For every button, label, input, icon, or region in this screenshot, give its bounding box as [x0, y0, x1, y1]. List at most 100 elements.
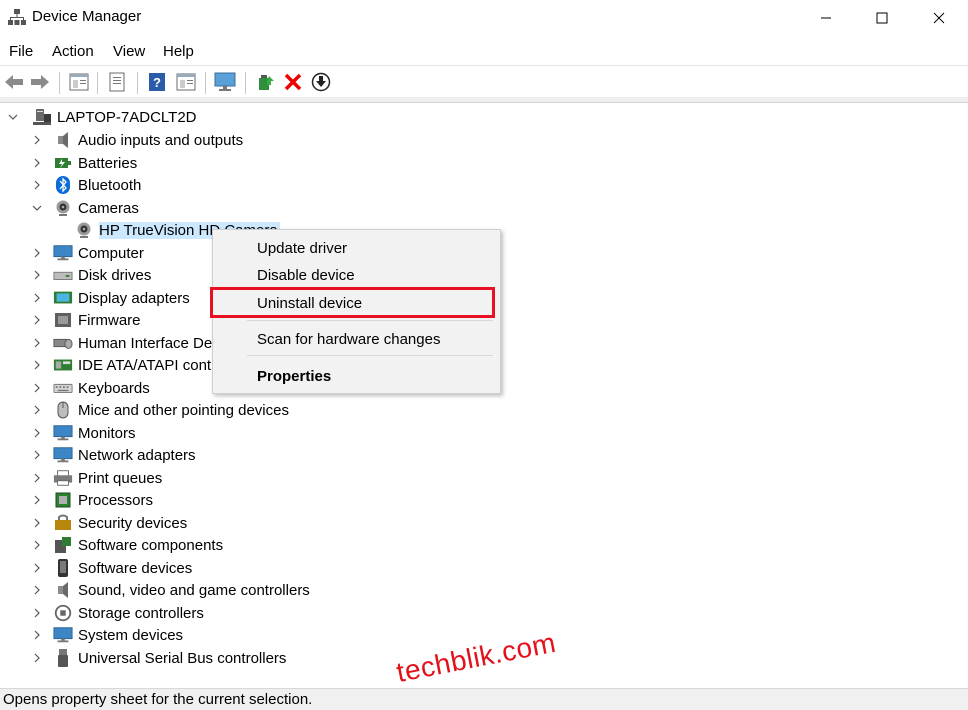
- device-manager-icon: [8, 8, 26, 26]
- menu-bar: File Action View Help: [0, 40, 968, 64]
- tree-category[interactable]: Storage controllers: [32, 602, 204, 624]
- tree-category-label: Display adapters: [78, 289, 190, 307]
- chevron-right-icon[interactable]: [32, 158, 42, 168]
- menu-update-driver[interactable]: Update driver: [257, 240, 347, 257]
- system-icon: [53, 625, 73, 645]
- tree-category[interactable]: Print queues: [32, 467, 162, 489]
- camera-icon: [53, 198, 73, 218]
- printer-icon: [53, 468, 73, 488]
- minimize-button[interactable]: [797, 0, 855, 36]
- chevron-right-icon[interactable]: [32, 383, 42, 393]
- chevron-right-icon[interactable]: [32, 450, 42, 460]
- tree-category[interactable]: Batteries: [32, 152, 137, 174]
- tree-category[interactable]: Audio inputs and outputs: [32, 129, 243, 151]
- usb-icon: [53, 648, 73, 668]
- chevron-down-icon[interactable]: [32, 203, 42, 213]
- tree-category[interactable]: Disk drives: [32, 264, 151, 286]
- close-button[interactable]: [910, 0, 968, 36]
- display-adapter-icon: [53, 288, 73, 308]
- status-text: Opens property sheet for the current sel…: [3, 691, 313, 708]
- tree-category[interactable]: Cameras: [32, 197, 139, 219]
- menu-view[interactable]: View: [113, 43, 145, 60]
- tree-category-label: Print queues: [78, 469, 163, 487]
- tree-category-label: Computer: [78, 244, 144, 262]
- menu-scan-hardware[interactable]: Scan for hardware changes: [257, 331, 440, 348]
- tree-category[interactable]: IDE ATA/ATAPI control: [32, 354, 228, 376]
- chevron-right-icon[interactable]: [32, 338, 42, 348]
- chevron-right-icon[interactable]: [32, 585, 42, 595]
- tree-category[interactable]: Bluetooth: [32, 174, 141, 196]
- chevron-right-icon[interactable]: [32, 135, 42, 145]
- download-icon[interactable]: [310, 71, 332, 93]
- menu-disable-device[interactable]: Disable device: [257, 267, 355, 284]
- update-driver-icon[interactable]: [254, 71, 276, 93]
- menu-file[interactable]: File: [9, 43, 33, 60]
- tree-category-label: Security devices: [78, 514, 188, 532]
- tree-category[interactable]: Mice and other pointing devices: [32, 399, 289, 421]
- network-icon: [53, 445, 73, 465]
- tree-category-label: Bluetooth: [78, 176, 142, 194]
- tree-category[interactable]: Software devices: [32, 557, 192, 579]
- tree-category[interactable]: Monitors: [32, 422, 136, 444]
- tree-category-label: Storage controllers: [78, 604, 204, 622]
- tree-category[interactable]: Network adapters: [32, 444, 196, 466]
- chevron-right-icon[interactable]: [32, 315, 42, 325]
- chevron-right-icon[interactable]: [32, 473, 42, 483]
- tree-category[interactable]: Software components: [32, 534, 223, 556]
- chevron-right-icon[interactable]: [32, 630, 42, 640]
- mouse-icon: [53, 400, 73, 420]
- menu-help[interactable]: Help: [163, 43, 194, 60]
- disk-icon: [53, 265, 73, 285]
- tree-category-label: Sound, video and game controllers: [78, 581, 310, 599]
- uninstall-icon[interactable]: [282, 71, 304, 93]
- menu-properties[interactable]: Properties: [257, 368, 331, 385]
- chevron-right-icon[interactable]: [32, 405, 42, 415]
- chevron-right-icon[interactable]: [32, 563, 42, 573]
- tree-category[interactable]: Display adapters: [32, 287, 190, 309]
- tree-category[interactable]: Firmware: [32, 309, 141, 331]
- battery-icon: [53, 153, 73, 173]
- speaker-icon: [53, 130, 73, 150]
- tree-root[interactable]: LAPTOP-7ADCLT2D: [8, 106, 197, 128]
- chevron-right-icon[interactable]: [32, 540, 42, 550]
- chevron-right-icon[interactable]: [32, 180, 42, 190]
- tree-category[interactable]: Processors: [32, 489, 153, 511]
- computer-icon: [53, 243, 73, 263]
- tree-category[interactable]: Human Interface Dev: [32, 332, 220, 354]
- tree-category[interactable]: Universal Serial Bus controllers: [32, 647, 286, 669]
- properties-icon[interactable]: [68, 71, 90, 93]
- monitor-icon[interactable]: [214, 71, 236, 93]
- toolbar: ?: [0, 65, 968, 98]
- maximize-button[interactable]: [853, 0, 911, 36]
- tree-category[interactable]: System devices: [32, 624, 183, 646]
- chevron-right-icon[interactable]: [32, 653, 42, 663]
- help-icon[interactable]: ?: [146, 71, 168, 93]
- tree-category-label: Batteries: [78, 154, 138, 172]
- back-arrow-icon[interactable]: [3, 71, 25, 93]
- view-icon[interactable]: [175, 71, 197, 93]
- tree-category[interactable]: Keyboards: [32, 377, 150, 399]
- tree-category[interactable]: Security devices: [32, 512, 187, 534]
- chevron-right-icon[interactable]: [32, 293, 42, 303]
- forward-arrow-icon[interactable]: [29, 71, 51, 93]
- firmware-icon: [53, 310, 73, 330]
- chevron-right-icon[interactable]: [32, 495, 42, 505]
- chevron-right-icon[interactable]: [32, 270, 42, 280]
- chevron-right-icon[interactable]: [32, 248, 42, 258]
- chevron-right-icon[interactable]: [32, 608, 42, 618]
- tree-category-label: Universal Serial Bus controllers: [78, 649, 287, 667]
- chevron-right-icon[interactable]: [32, 428, 42, 438]
- chevron-right-icon[interactable]: [32, 360, 42, 370]
- computer-root-icon: [32, 107, 52, 127]
- chevron-down-icon[interactable]: [8, 112, 18, 122]
- chevron-right-icon[interactable]: [32, 518, 42, 528]
- show-hide-icon[interactable]: [106, 71, 128, 93]
- tree-category-label: Keyboards: [78, 379, 150, 397]
- menu-action[interactable]: Action: [52, 43, 94, 60]
- security-icon: [53, 513, 73, 533]
- window-title: Device Manager: [32, 8, 142, 25]
- tree-category[interactable]: Sound, video and game controllers: [32, 579, 310, 601]
- hid-icon: [53, 333, 73, 353]
- tree-category-label: IDE ATA/ATAPI control: [78, 356, 228, 374]
- tree-category[interactable]: Computer: [32, 242, 144, 264]
